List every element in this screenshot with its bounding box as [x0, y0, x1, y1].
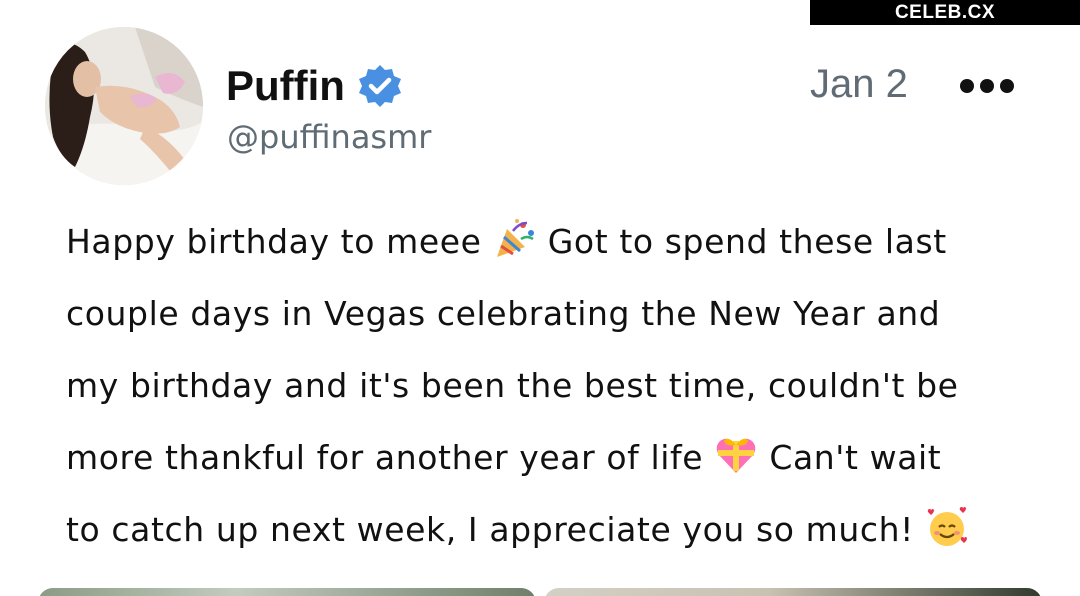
post-text-segment: Happy birthday to meee [66, 222, 493, 261]
post-text-segment: couple days in Vegas celebrating the New… [66, 294, 941, 333]
post-text-line: to catch up next week, I appreciate you … [66, 494, 1056, 566]
media-thumbnail-2[interactable] [544, 588, 1042, 596]
post-text-segment: more thankful for another year of life [66, 438, 715, 477]
post-text: Happy birthday to meee Got to spend thes… [66, 206, 1056, 566]
smiling-face-with-hearts-icon [925, 502, 969, 546]
more-options-button[interactable] [955, 66, 1019, 106]
author-handle[interactable]: @puffinasmr [227, 118, 431, 156]
post-text-line: Happy birthday to meee Got to spend thes… [66, 206, 1056, 278]
more-dots-icon [960, 79, 1014, 93]
watermark: CELEB.CX [810, 0, 1080, 25]
post-text-segment: Got to spend these last [536, 222, 947, 261]
avatar-image [45, 27, 203, 185]
post-text-segment: to catch up next week, I appreciate you … [66, 510, 926, 549]
post-date[interactable]: Jan 2 [810, 62, 908, 107]
post-text-segment: Can't wait [758, 438, 942, 477]
post-text-line: my birthday and it's been the best time,… [66, 350, 1056, 422]
verified-badge-icon [357, 63, 403, 109]
post-text-line: couple days in Vegas celebrating the New… [66, 278, 1056, 350]
avatar[interactable] [45, 27, 203, 185]
media-thumbnail-1[interactable] [38, 588, 536, 596]
author-display-name[interactable]: Puffin [226, 62, 345, 110]
post-text-line: more thankful for another year of life C… [66, 422, 1056, 494]
heart-with-ribbon-icon [714, 430, 758, 474]
post-text-segment: my birthday and it's been the best time,… [66, 366, 959, 405]
party-popper-icon [493, 214, 537, 258]
post-card: CELEB.CX Puffin @puffinasmr Jan 2 Happy … [0, 0, 1080, 596]
author-name-row: Puffin [226, 58, 403, 114]
